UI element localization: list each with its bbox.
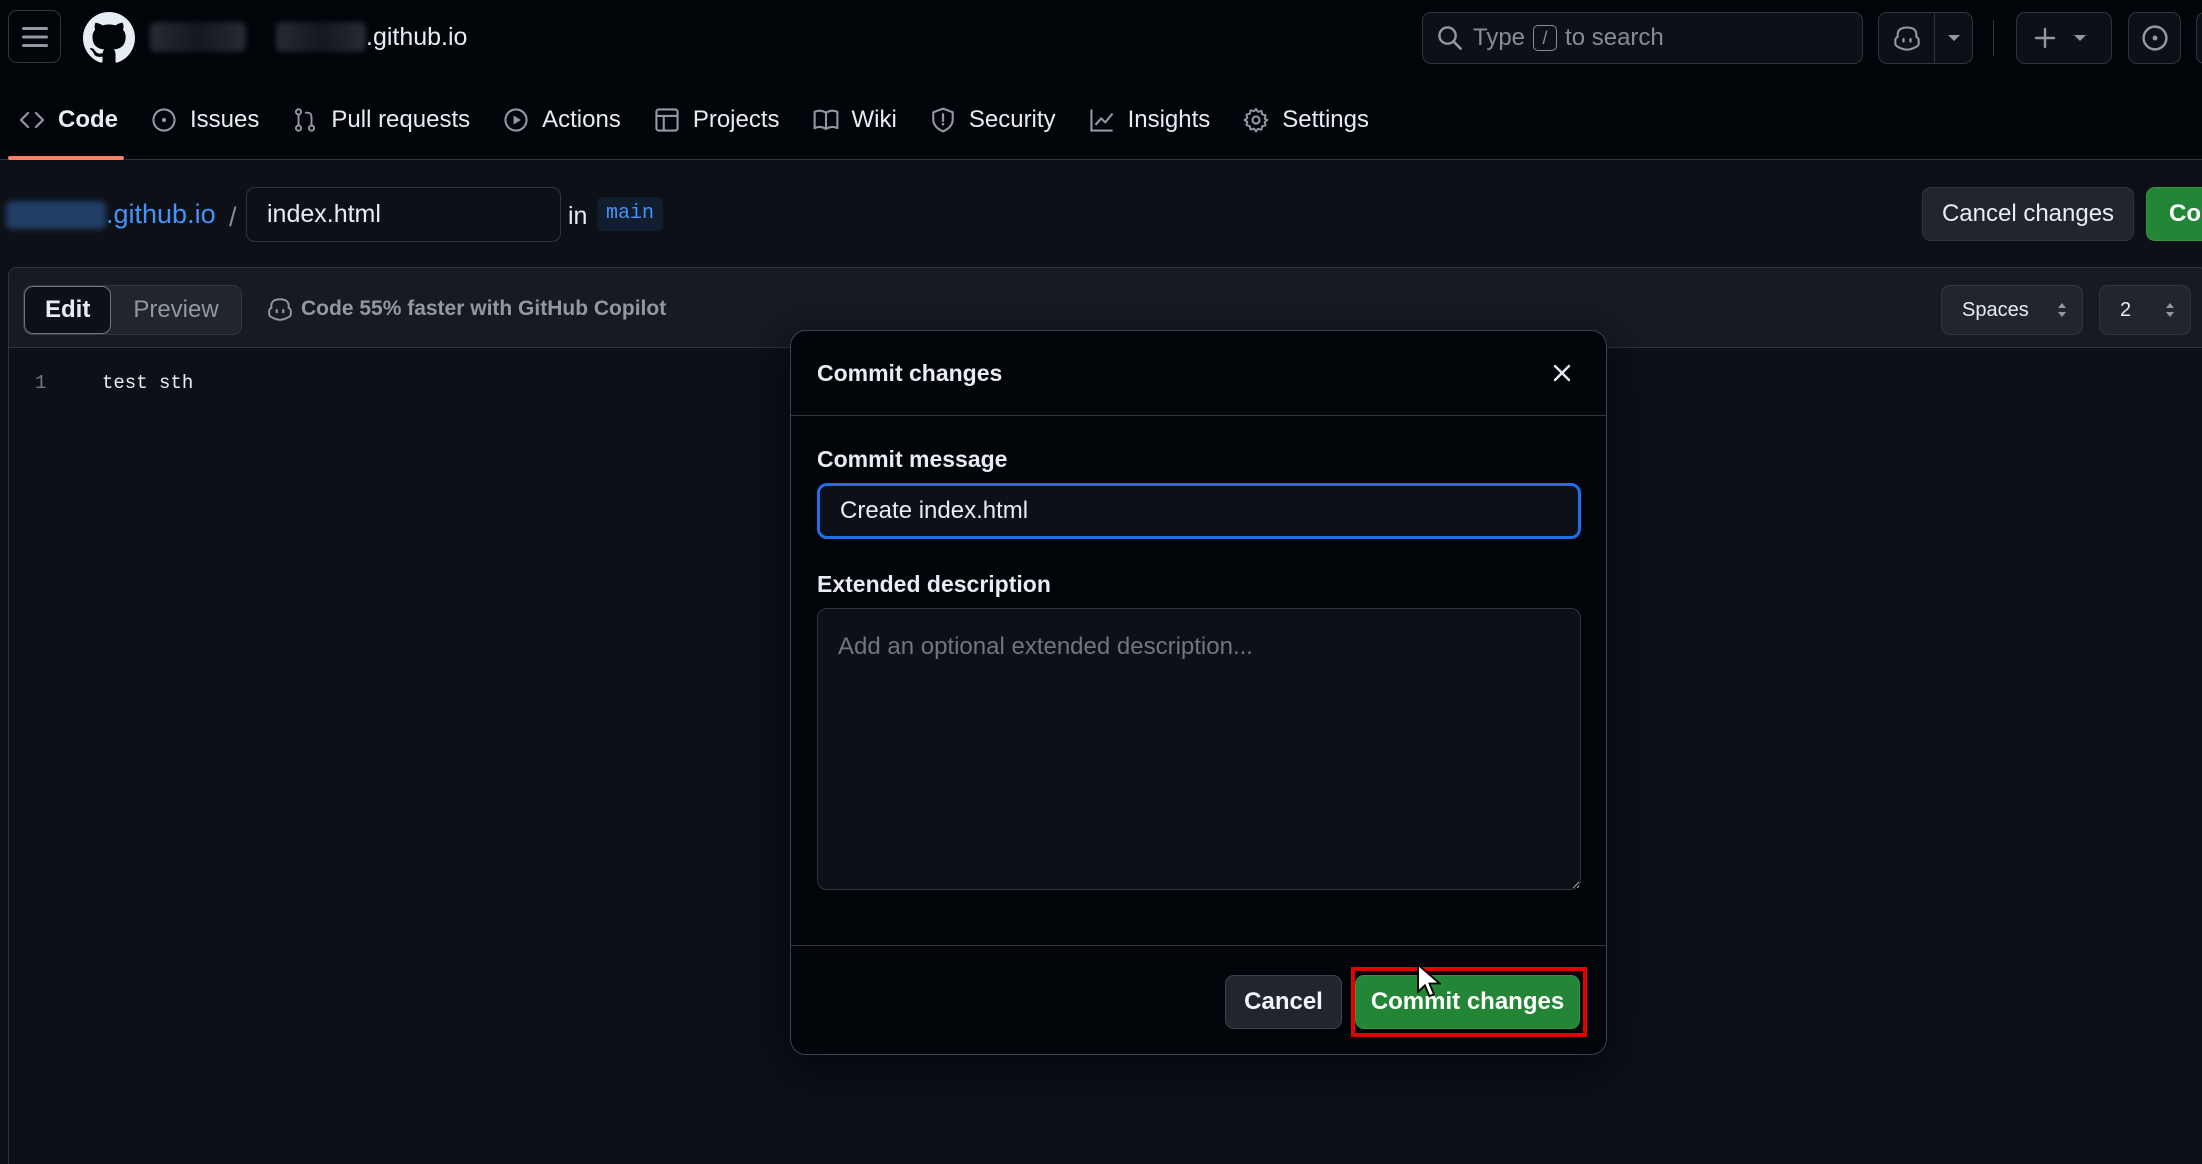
global-header: .github.io Type / to search Code Issues … (0, 0, 2202, 160)
extended-description-input[interactable] (817, 608, 1581, 890)
copilot-tip[interactable]: Code 55% faster with GitHub Copilot (267, 297, 666, 321)
plus-icon (2034, 27, 2056, 49)
extended-description-label: Extended description (817, 571, 1051, 597)
gear-icon (1242, 106, 1270, 134)
tab-wiki-label: Wiki (851, 106, 897, 133)
line-number: 1 (35, 372, 47, 394)
tab-issues[interactable]: Issues (132, 96, 273, 144)
commit-changes-button[interactable]: Commit changes (1355, 975, 1580, 1029)
indent-mode-select[interactable]: Spaces (1941, 285, 2083, 335)
filename-input[interactable] (246, 187, 561, 242)
indent-mode-value: Spaces (1962, 298, 2029, 321)
repo-name-suffix: .github.io (366, 22, 468, 51)
commit-changes-dialog: Commit changes Commit message Extended d… (790, 330, 1607, 1055)
tab-security-label: Security (968, 106, 1056, 133)
close-icon[interactable] (1548, 359, 1576, 387)
tab-projects-label: Projects (692, 106, 780, 133)
pull-requests-shortcut-button[interactable] (2196, 12, 2202, 64)
play-icon (502, 106, 530, 134)
search-placeholder-suffix: to search (1565, 24, 1664, 51)
dialog-header: Commit changes (791, 331, 1606, 416)
github-file-editor-page: .github.io Type / to search Code Issues … (0, 0, 2202, 1164)
path-in-label: in (568, 202, 588, 230)
tab-code[interactable]: Code (0, 96, 132, 160)
issues-shortcut-button[interactable] (2128, 12, 2181, 64)
file-path-bar: .github.io / in main Cancel changes Co (0, 186, 2202, 244)
indent-size-value: 2 (2120, 298, 2132, 321)
path-repo-suffix: .github.io (106, 199, 216, 229)
issue-opened-icon (2141, 25, 2168, 51)
copilot-icon (268, 298, 292, 321)
redacted-repo (276, 22, 366, 52)
path-repo-link[interactable]: .github.io (6, 199, 216, 230)
tab-pull-requests-label: Pull requests (331, 106, 471, 133)
chevron-down-icon (1947, 35, 1960, 41)
tab-edit[interactable]: Edit (24, 286, 112, 334)
branch-tag[interactable]: main (597, 197, 664, 231)
book-icon (812, 106, 840, 134)
copilot-icon (1893, 26, 1920, 51)
redacted-path-repo (6, 200, 106, 229)
commit-changes-top-button[interactable]: Co (2146, 187, 2202, 241)
chevron-down-icon (2074, 35, 2086, 41)
github-logo-icon[interactable] (83, 12, 135, 64)
issue-opened-icon (150, 106, 178, 134)
search-placeholder-prefix: Type (1473, 24, 1526, 51)
commit-message-input[interactable] (817, 483, 1581, 539)
tab-security[interactable]: Security (911, 96, 1070, 144)
tab-actions[interactable]: Actions (484, 96, 635, 144)
copilot-tip-text: Code 55% faster with GitHub Copilot (301, 297, 667, 320)
shield-icon (929, 106, 957, 134)
header-divider (1993, 20, 1994, 56)
edit-preview-toggle: Edit Preview (23, 285, 242, 335)
dialog-title: Commit changes (817, 359, 1003, 386)
tab-insights[interactable]: Insights (1070, 96, 1225, 144)
tab-pull-requests[interactable]: Pull requests (273, 96, 484, 144)
select-arrows-icon (2166, 303, 2174, 317)
tab-actions-label: Actions (542, 106, 621, 133)
dialog-footer: Cancel Commit changes (791, 945, 1606, 1055)
select-arrows-icon (2058, 303, 2066, 317)
code-line[interactable]: test sth (102, 372, 193, 394)
code-icon (18, 106, 46, 134)
search-icon (1438, 26, 1462, 50)
tab-settings[interactable]: Settings (1224, 96, 1383, 144)
repo-navigation: Code Issues Pull requests Actions Projec… (0, 96, 1383, 160)
repo-breadcrumb[interactable]: .github.io (150, 22, 467, 52)
tab-wiki[interactable]: Wiki (794, 96, 911, 144)
graph-icon (1088, 106, 1116, 134)
cancel-changes-button[interactable]: Cancel changes (1922, 187, 2134, 241)
tab-insights-label: Insights (1127, 106, 1211, 133)
table-icon (653, 106, 681, 134)
search-shortcut-key: / (1533, 25, 1558, 51)
copilot-menu-button[interactable] (1878, 12, 1973, 64)
create-new-button[interactable] (2016, 12, 2112, 64)
tab-issues-label: Issues (190, 106, 260, 133)
hamburger-icon (21, 26, 48, 47)
tab-preview[interactable]: Preview (111, 286, 240, 334)
git-pull-request-icon (291, 106, 319, 134)
menu-button[interactable] (8, 10, 61, 63)
tab-settings-label: Settings (1282, 106, 1369, 133)
redacted-owner (150, 22, 246, 52)
tab-projects[interactable]: Projects (635, 96, 794, 144)
path-separator: / (229, 202, 237, 232)
commit-message-label: Commit message (817, 446, 1008, 472)
cancel-button[interactable]: Cancel (1225, 975, 1342, 1029)
search-input[interactable]: Type / to search (1422, 12, 1863, 64)
indent-size-select[interactable]: 2 (2099, 285, 2191, 335)
tab-code-label: Code (58, 106, 118, 133)
